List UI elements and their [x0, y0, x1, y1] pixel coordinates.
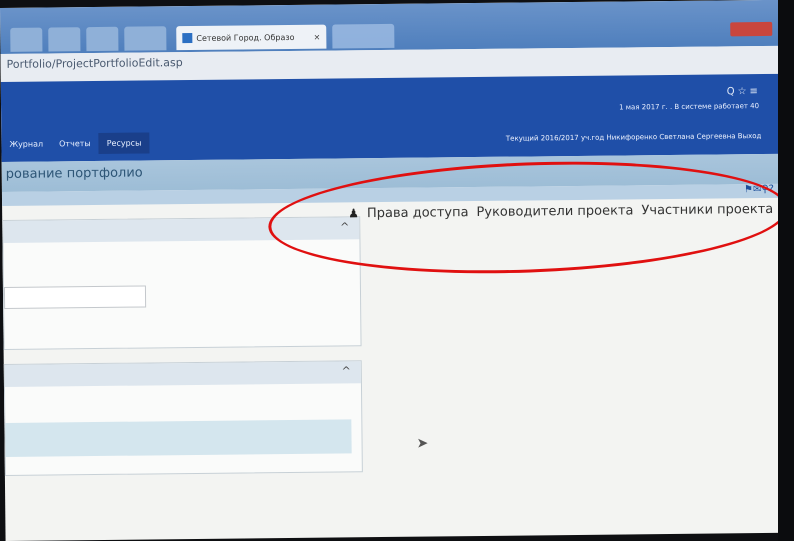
browser-tab[interactable] — [48, 27, 81, 52]
panel-header[interactable]: ^ — [4, 361, 361, 387]
monitor-bezel — [778, 0, 794, 541]
close-tab-icon[interactable]: × — [314, 32, 321, 41]
monitor-screen: Сетевой Город. Образо × Portfolio/Projec… — [0, 0, 786, 541]
menu-item-reports[interactable]: Отчеты — [51, 133, 99, 154]
browser-tab-bar: Сетевой Город. Образо × — [0, 0, 781, 54]
app-header: Q☆≡ 1 мая 2017 г. . В системе работает 4… — [0, 73, 782, 162]
collapse-chevron-icon[interactable]: ^ — [342, 364, 351, 377]
panel-secondary: ^ — [3, 360, 363, 476]
browser-toolbar-icons[interactable]: Q☆≡ — [727, 86, 761, 97]
tab-title: Сетевой Город. Образо — [196, 32, 295, 43]
session-info: 1 мая 2017 г. . В системе работает 40 — [619, 102, 760, 112]
browser-tab-active[interactable]: Сетевой Город. Образо × — [176, 24, 327, 51]
user-info[interactable]: Текущий 2016/2017 уч.год Никифоренко Све… — [506, 132, 762, 143]
main-menu: Журнал Отчеты Ресурсы — [1, 132, 150, 155]
browser-tab[interactable] — [86, 26, 119, 52]
list-item[interactable] — [5, 419, 352, 457]
page-title: рование портфолио — [5, 165, 143, 182]
menu-item-resources[interactable]: Ресурсы — [98, 132, 150, 154]
menu-item-journal[interactable]: Журнал — [1, 133, 51, 155]
browser-tab[interactable] — [332, 23, 395, 49]
address-text: Portfolio/ProjectPortfolioEdit.asp — [6, 56, 183, 71]
browser-tab[interactable] — [124, 26, 167, 51]
site-favicon-icon — [182, 32, 193, 44]
browser-tab[interactable] — [10, 27, 43, 52]
window-close-button[interactable] — [730, 21, 773, 37]
text-input[interactable] — [3, 285, 147, 309]
mouse-cursor-icon: ➤ — [416, 435, 429, 452]
